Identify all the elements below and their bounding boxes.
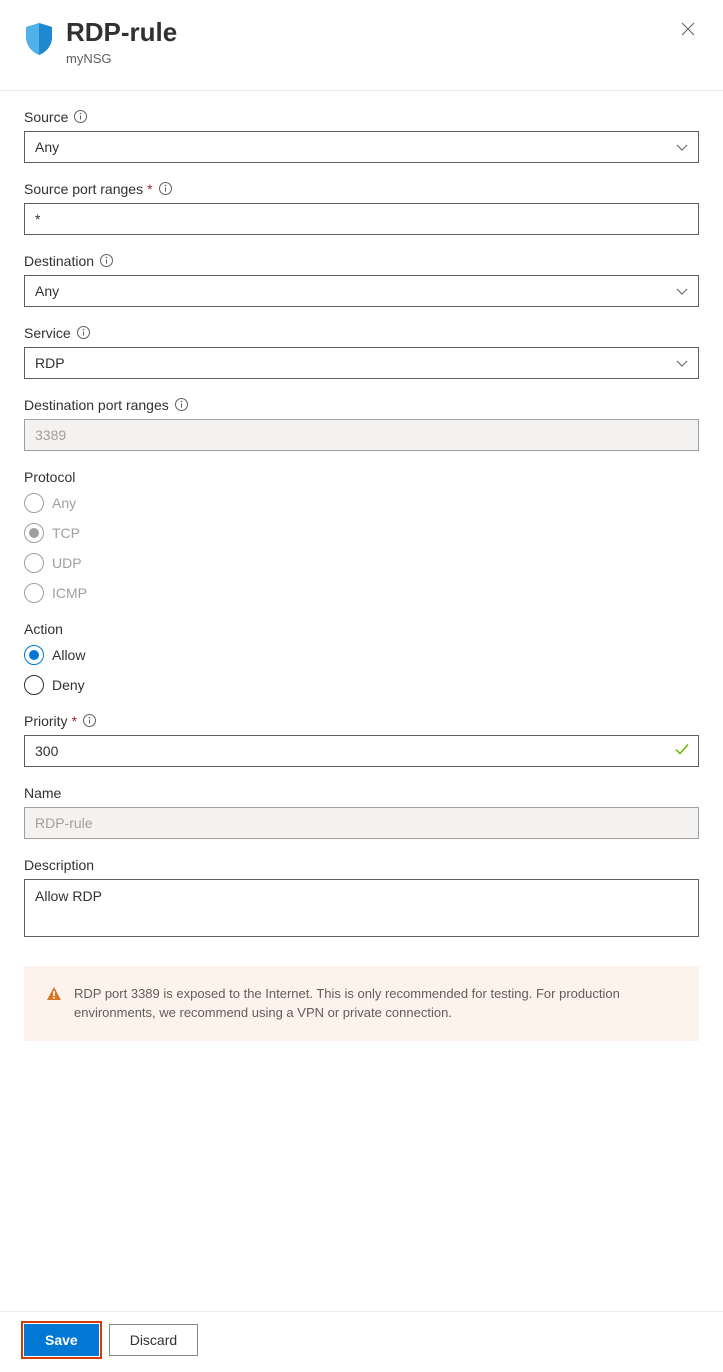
panel-title: RDP-rule (66, 18, 677, 47)
form-body: Source Any Source port ranges * Destinat… (0, 91, 723, 1311)
required-marker: * (72, 713, 77, 729)
service-label: Service (24, 325, 71, 341)
action-radio-group: Allow Deny (24, 645, 699, 695)
action-allow-radio[interactable]: Allow (24, 645, 699, 665)
save-button[interactable]: Save (24, 1324, 99, 1356)
dest-port-input (24, 419, 699, 451)
service-value: RDP (35, 355, 65, 371)
protocol-label: Protocol (24, 469, 75, 485)
chevron-down-icon (676, 355, 688, 371)
close-button[interactable] (677, 18, 699, 43)
destination-value: Any (35, 283, 59, 299)
panel-header: RDP-rule myNSG (0, 0, 723, 90)
required-marker: * (147, 181, 152, 197)
chevron-down-icon (676, 139, 688, 155)
panel-subtitle: myNSG (66, 51, 677, 66)
source-value: Any (35, 139, 59, 155)
panel-footer: Save Discard (0, 1311, 723, 1372)
discard-button[interactable]: Discard (109, 1324, 198, 1356)
radio-label: Allow (52, 647, 85, 663)
info-icon[interactable] (175, 398, 188, 411)
protocol-tcp-radio: TCP (24, 523, 699, 543)
info-icon[interactable] (100, 254, 113, 267)
source-label: Source (24, 109, 68, 125)
radio-label: TCP (52, 525, 80, 541)
service-select[interactable]: RDP (24, 347, 699, 379)
chevron-down-icon (676, 283, 688, 299)
source-port-input[interactable] (24, 203, 699, 235)
warning-message: RDP port 3389 is exposed to the Internet… (74, 984, 677, 1023)
warning-icon (46, 986, 62, 1005)
priority-input[interactable] (24, 735, 699, 767)
source-port-label: Source port ranges (24, 181, 143, 197)
name-input (24, 807, 699, 839)
priority-label: Priority (24, 713, 68, 729)
name-label: Name (24, 785, 61, 801)
radio-label: Any (52, 495, 76, 511)
protocol-radio-group: Any TCP UDP ICMP (24, 493, 699, 603)
checkmark-icon (675, 743, 689, 758)
action-deny-radio[interactable]: Deny (24, 675, 699, 695)
info-icon[interactable] (74, 110, 87, 123)
info-icon[interactable] (83, 714, 96, 727)
destination-select[interactable]: Any (24, 275, 699, 307)
radio-label: Deny (52, 677, 85, 693)
action-label: Action (24, 621, 63, 637)
protocol-icmp-radio: ICMP (24, 583, 699, 603)
source-select[interactable]: Any (24, 131, 699, 163)
protocol-udp-radio: UDP (24, 553, 699, 573)
warning-banner: RDP port 3389 is exposed to the Internet… (24, 966, 699, 1041)
description-label: Description (24, 857, 94, 873)
shield-icon (24, 22, 54, 59)
radio-label: ICMP (52, 585, 87, 601)
destination-label: Destination (24, 253, 94, 269)
dest-port-label: Destination port ranges (24, 397, 169, 413)
protocol-any-radio: Any (24, 493, 699, 513)
info-icon[interactable] (159, 182, 172, 195)
radio-label: UDP (52, 555, 82, 571)
info-icon[interactable] (77, 326, 90, 339)
description-input[interactable] (24, 879, 699, 937)
